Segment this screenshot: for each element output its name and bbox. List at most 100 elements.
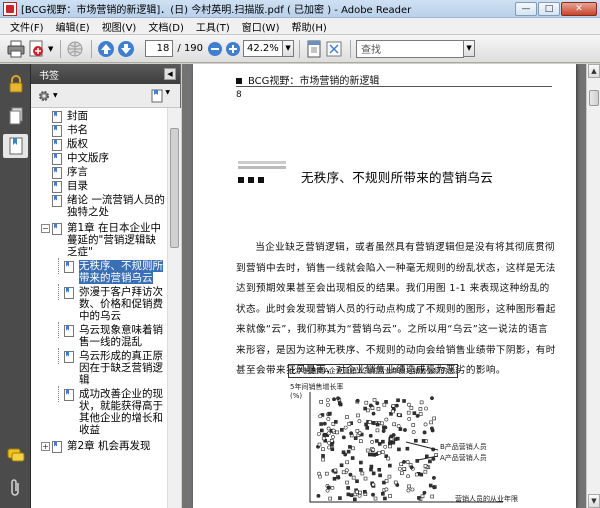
zoom-dropdown[interactable]: ▼ — [283, 40, 295, 57]
zoom-in-button[interactable] — [225, 39, 241, 59]
scatter-point — [326, 417, 331, 421]
scatter-point — [369, 464, 374, 469]
collaborate-button[interactable] — [66, 39, 84, 59]
bookmark-item[interactable]: 封面 — [31, 110, 167, 123]
minimize-button[interactable]: — — [515, 1, 537, 16]
bookmark-item[interactable]: 中文版序 — [31, 152, 167, 165]
scatter-point — [321, 436, 326, 441]
scroll-down-button[interactable]: ▼ — [588, 494, 600, 508]
scatter-point — [337, 401, 342, 406]
scatter-point — [364, 422, 368, 427]
pages-icon — [9, 107, 22, 125]
menu-edit[interactable]: 编辑(E) — [50, 19, 96, 34]
scatter-point — [369, 467, 373, 472]
bookmark-item-selected[interactable]: 无秩序、不规则所带来的营销乌云 — [31, 258, 167, 284]
document-view[interactable]: BCG视野：市场营销的新逻辑 8 无秩序、不规则所带来的营销乌云 当企业缺乏营销… — [182, 64, 586, 508]
scatter-point — [355, 429, 360, 433]
scatter-point — [338, 496, 342, 500]
comments-button[interactable] — [3, 444, 28, 468]
page-icon — [52, 167, 62, 179]
new-bookmark-button[interactable]: ▼ — [151, 89, 170, 103]
menu-file[interactable]: 文件(F) — [4, 19, 50, 34]
scatter-point — [316, 493, 321, 498]
bookmarks-scrollbar[interactable] — [167, 108, 181, 508]
next-page-button[interactable] — [117, 39, 135, 59]
scatter-point — [321, 454, 325, 458]
document-scrollbar[interactable]: ▲ ▼ — [586, 64, 600, 508]
scatter-point — [351, 446, 355, 451]
scatter-point — [402, 460, 406, 464]
pages-button[interactable] — [3, 104, 28, 128]
scatter-point — [335, 430, 339, 435]
scroll-up-button[interactable]: ▲ — [588, 64, 600, 78]
paperclip-icon — [10, 479, 19, 496]
fit-page-icon — [307, 40, 321, 57]
scatter-point — [397, 412, 402, 417]
expand-toggle[interactable]: + — [41, 442, 50, 451]
attachments-button[interactable] — [3, 476, 28, 500]
scatter-point — [324, 471, 329, 476]
bookmark-item[interactable]: 乌云现象意味着销售一线的混乱 — [31, 322, 167, 348]
collapse-toggle[interactable]: − — [41, 224, 50, 233]
bookmark-item[interactable]: 弥漫于客户拜访次数、价格和促销费中的乌云 — [31, 284, 167, 322]
scatter-point — [373, 496, 378, 501]
full-screen-button[interactable] — [325, 39, 343, 59]
page-number-input[interactable] — [145, 40, 174, 57]
menu-tools[interactable]: 工具(T) — [190, 19, 236, 34]
scatter-point — [430, 494, 434, 499]
bookmark-item[interactable]: 版权 — [31, 138, 167, 151]
close-button[interactable]: ✕ — [561, 1, 597, 16]
create-pdf-dropdown[interactable]: ▼ — [48, 39, 53, 59]
search-input[interactable] — [356, 39, 465, 58]
scatter-point — [321, 447, 325, 451]
scatter-point — [375, 428, 380, 433]
create-pdf-button[interactable] — [28, 39, 46, 59]
bookmark-item-chapter-2[interactable]: + 第2章 机会再发现 — [31, 440, 167, 453]
bookmark-item[interactable]: 乌云形成的真正原因在于缺乏营销逻辑 — [31, 348, 167, 386]
scatter-point — [341, 470, 346, 475]
zoom-input[interactable] — [243, 40, 284, 57]
adobe-reader-icon — [3, 1, 17, 16]
bookmark-item[interactable]: 目录 — [31, 180, 167, 193]
scatter-point — [370, 406, 375, 410]
scatter-point — [331, 428, 336, 433]
bookmark-item[interactable]: 序言 — [31, 166, 167, 179]
page-icon — [64, 351, 74, 363]
zoom-out-button[interactable] — [207, 39, 223, 59]
bookmark-item-chapter-1[interactable]: − 第1章 在日本企业中蔓延的"营销逻辑缺乏症" — [31, 222, 167, 258]
scatter-point — [417, 496, 421, 500]
menu-document[interactable]: 文档(D) — [142, 19, 190, 34]
scatter-point — [409, 465, 414, 470]
bookmark-item[interactable]: 书名 — [31, 124, 167, 137]
scatter-point — [384, 400, 388, 404]
previous-page-button[interactable] — [97, 39, 115, 59]
page-number: 8 — [236, 90, 242, 100]
page-icon — [64, 325, 74, 337]
scatter-point — [397, 466, 402, 471]
scrollbar-thumb[interactable] — [589, 90, 599, 106]
scatter-point — [327, 412, 332, 416]
menu-window[interactable]: 窗口(W) — [236, 19, 286, 34]
scatter-point — [422, 430, 427, 435]
search-dropdown[interactable]: ▼ — [464, 40, 476, 57]
scatter-point — [428, 459, 432, 464]
bookmark-item[interactable]: 绪论 一流营销人员的独特之处 — [31, 194, 167, 218]
scatter-point — [399, 462, 404, 466]
scatter-point — [375, 422, 380, 427]
collapse-panel-button[interactable]: ◀ — [164, 68, 176, 80]
menu-view[interactable]: 视图(V) — [96, 19, 143, 34]
options-button[interactable]: ▼ — [37, 89, 58, 103]
fit-page-button[interactable] — [305, 39, 323, 59]
print-button[interactable] — [6, 39, 26, 59]
scatter-point — [424, 406, 428, 411]
maximize-button[interactable]: □ — [538, 1, 560, 16]
scrollbar-thumb[interactable] — [170, 128, 179, 248]
security-button[interactable] — [3, 72, 28, 96]
scatter-point — [323, 432, 328, 437]
menu-help[interactable]: 帮助(H) — [285, 19, 332, 34]
scatter-point — [328, 496, 333, 501]
bookmarks-button[interactable] — [3, 134, 28, 158]
bookmark-item[interactable]: 成功改善企业的现状，就能获得高于其他企业的增长和收益 — [31, 386, 167, 436]
scatter-point — [345, 480, 349, 485]
scatter-point — [411, 423, 416, 427]
